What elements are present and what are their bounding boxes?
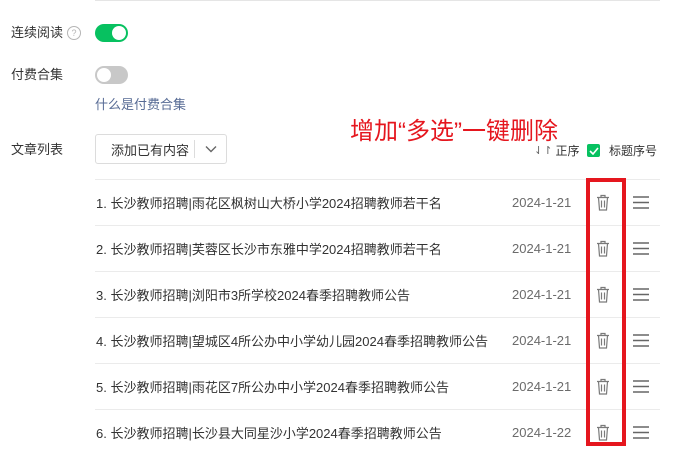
article-date: 2024-1-21 [512,379,572,394]
article-list-label: 文章列表 [11,142,64,157]
checkmark-icon [588,146,599,155]
continuous-read-toggle[interactable] [95,24,128,42]
drag-handle-icon[interactable] [633,426,649,439]
chevron-down-icon[interactable] [195,145,226,153]
article-title[interactable]: 5. 长沙教师招聘|雨花区7所公办中小学2024春季招聘教师公告 [96,377,449,396]
article-title[interactable]: 6. 长沙教师招聘|长沙县大同星沙小学2024春季招聘教师公告 [96,423,442,442]
add-existing-content-button[interactable]: 添加已有内容 [95,134,227,164]
list-item: 5. 长沙教师招聘|雨花区7所公办中小学2024春季招聘教师公告 2024-1-… [95,363,660,409]
paid-collection-toggle[interactable] [95,66,128,84]
help-icon[interactable]: ? [67,26,82,40]
drag-handle-icon[interactable] [633,380,649,393]
add-existing-content-label: 添加已有内容 [111,142,190,158]
article-date: 2024-1-21 [512,195,572,210]
drag-handle-icon[interactable] [633,196,649,209]
annotation-text: 增加“多选”一键删除 [350,118,558,145]
article-title[interactable]: 4. 长沙教师招聘|望城区4所公办中小学幼儿园2024春季招聘教师公告 [96,331,488,350]
article-date: 2024-1-22 [512,425,572,440]
toggle-knob [97,68,111,82]
delete-column-highlight [586,178,626,446]
title-number-label: 标题序号 [609,144,658,158]
continuous-read-label: 连续阅读? [11,25,82,41]
article-date: 2024-1-21 [512,287,572,302]
sort-icon: ⇃↾ [534,145,553,157]
paid-collection-label: 付费合集 [11,67,64,82]
article-title[interactable]: 3. 长沙教师招聘|浏阳市3所学校2024春季招聘教师公告 [96,285,410,304]
list-item: 3. 长沙教师招聘|浏阳市3所学校2024春季招聘教师公告 2024-1-21 [95,271,660,317]
drag-handle-icon[interactable] [633,334,649,347]
list-item: 4. 长沙教师招聘|望城区4所公办中小学幼儿园2024春季招聘教师公告 2024… [95,317,660,363]
article-date: 2024-1-21 [512,333,572,348]
what-is-paid-collection-link[interactable]: 什么是付费合集 [95,94,186,113]
title-number-checkbox[interactable] [587,144,600,157]
drag-handle-icon[interactable] [633,242,649,255]
list-item: 6. 长沙教师招聘|长沙县大同星沙小学2024春季招聘教师公告 2024-1-2… [95,409,660,455]
article-title[interactable]: 2. 长沙教师招聘|芙蓉区长沙市东雅中学2024招聘教师若干名 [96,239,442,258]
list-item: 1. 长沙教师招聘|雨花区枫树山大桥小学2024招聘教师若干名 2024-1-2… [95,179,660,225]
continuous-read-text: 连续阅读 [11,25,64,40]
sort-order-toggle[interactable]: ⇃↾ 正序 [534,142,579,159]
article-date: 2024-1-21 [512,241,572,256]
article-title[interactable]: 1. 长沙教师招聘|雨花区枫树山大桥小学2024招聘教师若干名 [96,193,442,212]
toggle-knob [112,26,126,40]
list-item: 2. 长沙教师招聘|芙蓉区长沙市东雅中学2024招聘教师若干名 2024-1-2… [95,225,660,271]
top-divider [95,0,660,1]
drag-handle-icon[interactable] [633,288,649,301]
article-list: 1. 长沙教师招聘|雨花区枫树山大桥小学2024招聘教师若干名 2024-1-2… [95,179,660,455]
sort-label: 正序 [555,144,580,158]
